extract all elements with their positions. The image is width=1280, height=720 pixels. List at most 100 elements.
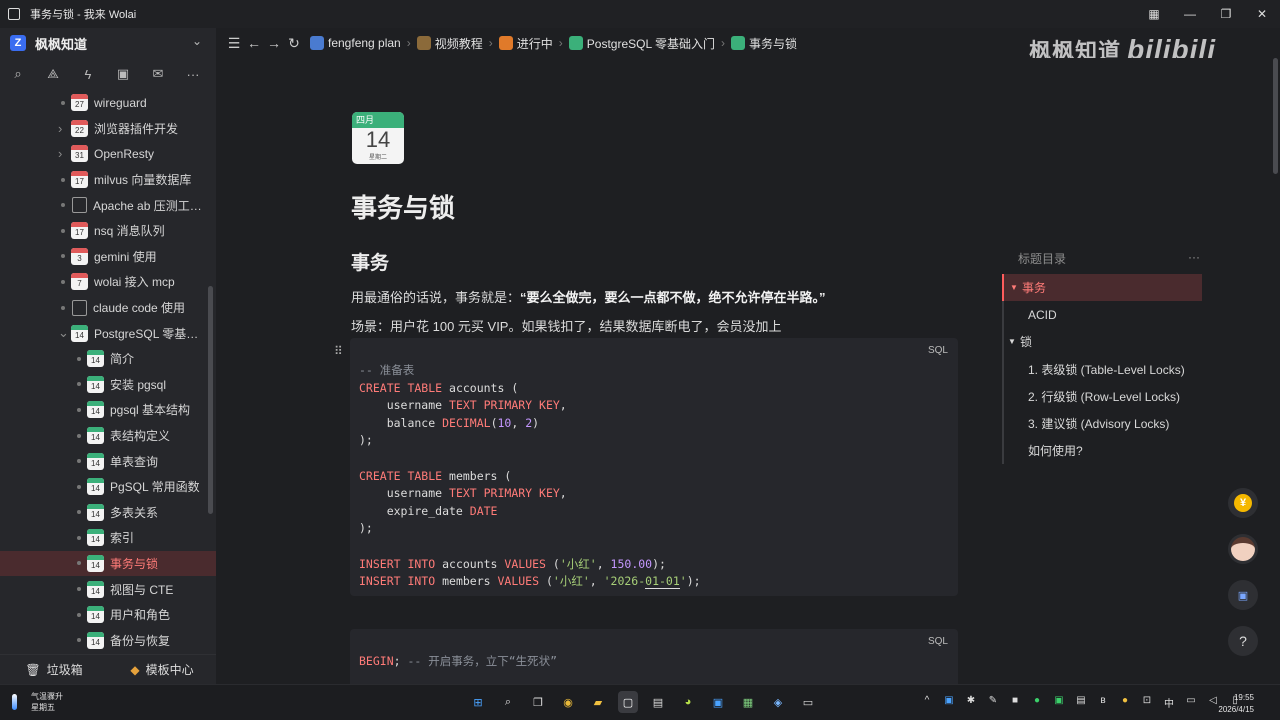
drag-handle-icon[interactable]: ⠿ bbox=[334, 344, 343, 358]
wechat-icon[interactable]: ● bbox=[1030, 695, 1044, 710]
sidebar-item[interactable]: 14 索引 bbox=[0, 525, 216, 551]
minimize-icon[interactable]: — bbox=[1172, 0, 1208, 28]
folder-icon[interactable]: ▰ bbox=[588, 691, 608, 713]
sidebar-item[interactable]: 17 nsq 消息队列 bbox=[0, 218, 216, 244]
inbox-icon[interactable]: ✉ bbox=[150, 66, 166, 82]
task-view-icon[interactable]: ❐ bbox=[528, 691, 548, 713]
code-text[interactable]: -- 准备表 CREATE TABLE accounts ( username … bbox=[350, 338, 958, 591]
goland-icon[interactable]: ◈ bbox=[768, 691, 788, 713]
breadcrumb-item[interactable]: fengfeng plan › bbox=[310, 36, 411, 50]
sidebar-item[interactable]: ⌄14 PostgreSQL 零基础入... bbox=[0, 320, 216, 346]
help-button[interactable]: ? bbox=[1228, 626, 1258, 656]
code-block-transaction[interactable]: SQL BEGIN; -- 开启事务，立下“生死状” bbox=[350, 629, 958, 684]
more-icon[interactable]: ··· bbox=[1188, 244, 1200, 270]
toc-item[interactable]: 1. 表级锁 (Table-Level Locks) bbox=[1002, 356, 1202, 383]
pycharm-icon[interactable]: ◕ bbox=[678, 691, 698, 713]
wolai-icon[interactable]: ▢ bbox=[618, 691, 638, 713]
paragraph-scenario[interactable]: 场景：用户花 100 元买 VIP。如果钱扣了，结果数据库断电了，会员没加上 bbox=[351, 316, 781, 335]
coin-button[interactable]: ¥ bbox=[1228, 488, 1258, 518]
bluetooth-icon[interactable]: ʙ bbox=[1096, 695, 1110, 710]
trash-button[interactable]: 🗑 垃圾箱 bbox=[0, 661, 108, 678]
sidebar-item[interactable]: 14 表结构定义 bbox=[0, 423, 216, 449]
caret-down-icon[interactable]: ▼ bbox=[1010, 283, 1020, 292]
breadcrumb-item[interactable]: 视频教程 › bbox=[416, 35, 493, 52]
page-date-icon[interactable]: 四月 14 星期二 bbox=[352, 112, 404, 164]
clock[interactable]: 19:55 2026/4/15 bbox=[1218, 692, 1254, 716]
flash-icon[interactable]: ϟ bbox=[80, 67, 96, 82]
search-icon[interactable]: ⌕ bbox=[10, 66, 26, 82]
image-viewer-icon[interactable]: ▤ bbox=[648, 691, 668, 713]
sidebar-item[interactable]: › 31 OpenResty bbox=[0, 141, 216, 167]
toc-item[interactable]: 3. 建议锁 (Advisory Locks) bbox=[1002, 410, 1202, 437]
template-icon[interactable]: ▣ bbox=[115, 66, 131, 82]
code-language-label[interactable]: SQL bbox=[928, 636, 948, 647]
tray-app-icon[interactable]: ▣ bbox=[942, 695, 956, 710]
breadcrumb-item[interactable]: 进行中 › bbox=[498, 35, 563, 52]
tray-app-icon[interactable]: ● bbox=[1118, 695, 1132, 710]
avatar-button[interactable] bbox=[1228, 534, 1258, 564]
network-icon[interactable]: ▭ bbox=[1184, 695, 1198, 710]
chevron-right-icon[interactable]: › bbox=[58, 121, 62, 136]
sidebar-scrollbar[interactable] bbox=[208, 286, 213, 514]
app-icon[interactable]: ▣ bbox=[708, 691, 728, 713]
code-language-label[interactable]: SQL bbox=[928, 345, 948, 356]
toc-item[interactable]: ▼ 锁 bbox=[1002, 328, 1202, 355]
sidebar-item[interactable]: 14 视图与 CTE bbox=[0, 576, 216, 602]
sidebar-item[interactable]: 14 PgSQL 常用函数 bbox=[0, 474, 216, 500]
sidebar-item[interactable]: Apache ab 压测工具... bbox=[0, 192, 216, 218]
workspace-switcher[interactable]: Z 枫枫知道 ⌄ bbox=[0, 28, 216, 58]
ime-indicator[interactable]: 中 bbox=[1162, 695, 1176, 710]
sidebar-item[interactable]: claude code 使用 bbox=[0, 295, 216, 321]
tray-app-icon[interactable]: ▤ bbox=[1074, 695, 1088, 710]
back-icon[interactable]: ← bbox=[244, 35, 264, 51]
sidebar-item[interactable]: 14 简介 bbox=[0, 346, 216, 372]
tray-app-icon[interactable]: ✱ bbox=[964, 695, 978, 710]
page-title[interactable]: 事务与锁 bbox=[351, 188, 455, 225]
grid-icon[interactable]: ▦ bbox=[1136, 0, 1172, 28]
tray-app-icon[interactable]: ▣ bbox=[1052, 695, 1066, 710]
sidebar-item[interactable]: 14 事务与锁 bbox=[0, 550, 216, 577]
sidebar-item[interactable]: 14 pgsql 基本结构 bbox=[0, 397, 216, 423]
toc-item[interactable]: ACID bbox=[1002, 301, 1202, 328]
sidebar-item[interactable]: 14 单表查询 bbox=[0, 448, 216, 474]
code-block-setup[interactable]: SQL -- 准备表 CREATE TABLE accounts ( usern… bbox=[350, 338, 958, 596]
sidebar-item[interactable]: 7 wolai 接入 mcp bbox=[0, 269, 216, 295]
sidebar-item[interactable]: 17 milvus 向量数据库 bbox=[0, 167, 216, 193]
toc-item[interactable]: ▼ 事务 bbox=[1002, 274, 1202, 302]
breadcrumb-item[interactable]: 事务与锁 bbox=[731, 35, 797, 52]
chevron-up-icon[interactable]: ^ bbox=[920, 695, 934, 710]
caret-down-icon[interactable]: ▼ bbox=[1008, 337, 1018, 346]
sidebar-item[interactable]: 14 备份与恢复 bbox=[0, 627, 216, 653]
code-text[interactable]: BEGIN; -- 开启事务，立下“生死状” bbox=[350, 629, 958, 671]
sidebar-item[interactable]: 14 安装 pgsql bbox=[0, 372, 216, 398]
maximize-icon[interactable]: ❐ bbox=[1208, 0, 1244, 28]
sidebar-item[interactable]: 27 wireguard bbox=[0, 90, 216, 116]
close-icon[interactable]: ✕ bbox=[1244, 0, 1280, 28]
heading-transaction[interactable]: 事务 bbox=[351, 248, 389, 275]
toc-item[interactable]: 如何使用? bbox=[1002, 437, 1202, 464]
refresh-icon[interactable]: ↻ bbox=[284, 35, 304, 52]
toc-item[interactable]: 2. 行级锁 (Row-Level Locks) bbox=[1002, 383, 1202, 410]
chrome-icon[interactable]: ◉ bbox=[558, 691, 578, 713]
ai-assistant-button[interactable]: ▣ bbox=[1228, 580, 1258, 610]
breadcrumb-item[interactable]: PostgreSQL 零基础入门 › bbox=[568, 35, 725, 52]
chevron-down-icon[interactable]: ⌄ bbox=[192, 34, 202, 48]
sidebar-item[interactable]: › 22 浏览器插件开发 bbox=[0, 116, 216, 142]
tray-app-icon[interactable]: ⊡ bbox=[1140, 695, 1154, 710]
sidebar-item[interactable]: 3 gemini 使用 bbox=[0, 244, 216, 270]
paragraph-definition[interactable]: 用最通俗的话说，事务就是：“要么全做完，要么一点都不做，绝不允许停在半路。” bbox=[351, 287, 826, 306]
sidebar-item[interactable]: 14 用户和角色 bbox=[0, 602, 216, 628]
tray-app-icon[interactable]: ✎ bbox=[986, 695, 1000, 710]
more-icon[interactable]: ··· bbox=[185, 67, 201, 82]
photos-icon[interactable]: ▦ bbox=[738, 691, 758, 713]
start-icon[interactable]: ⊞ bbox=[468, 691, 488, 713]
forward-icon[interactable]: → bbox=[264, 35, 284, 51]
weather-widget[interactable]: 气温骤升 星期五 bbox=[12, 691, 63, 713]
graph-icon[interactable]: ⟁ bbox=[45, 66, 61, 82]
chevron-right-icon[interactable]: › bbox=[58, 146, 62, 161]
terminal-icon[interactable]: ▭ bbox=[798, 691, 818, 713]
sidebar-item[interactable]: 14 多表关系 bbox=[0, 500, 216, 526]
menu-icon[interactable]: ☰ bbox=[224, 35, 244, 52]
tray-app-icon[interactable]: ■ bbox=[1008, 695, 1022, 710]
content-scrollbar[interactable] bbox=[1273, 58, 1278, 174]
